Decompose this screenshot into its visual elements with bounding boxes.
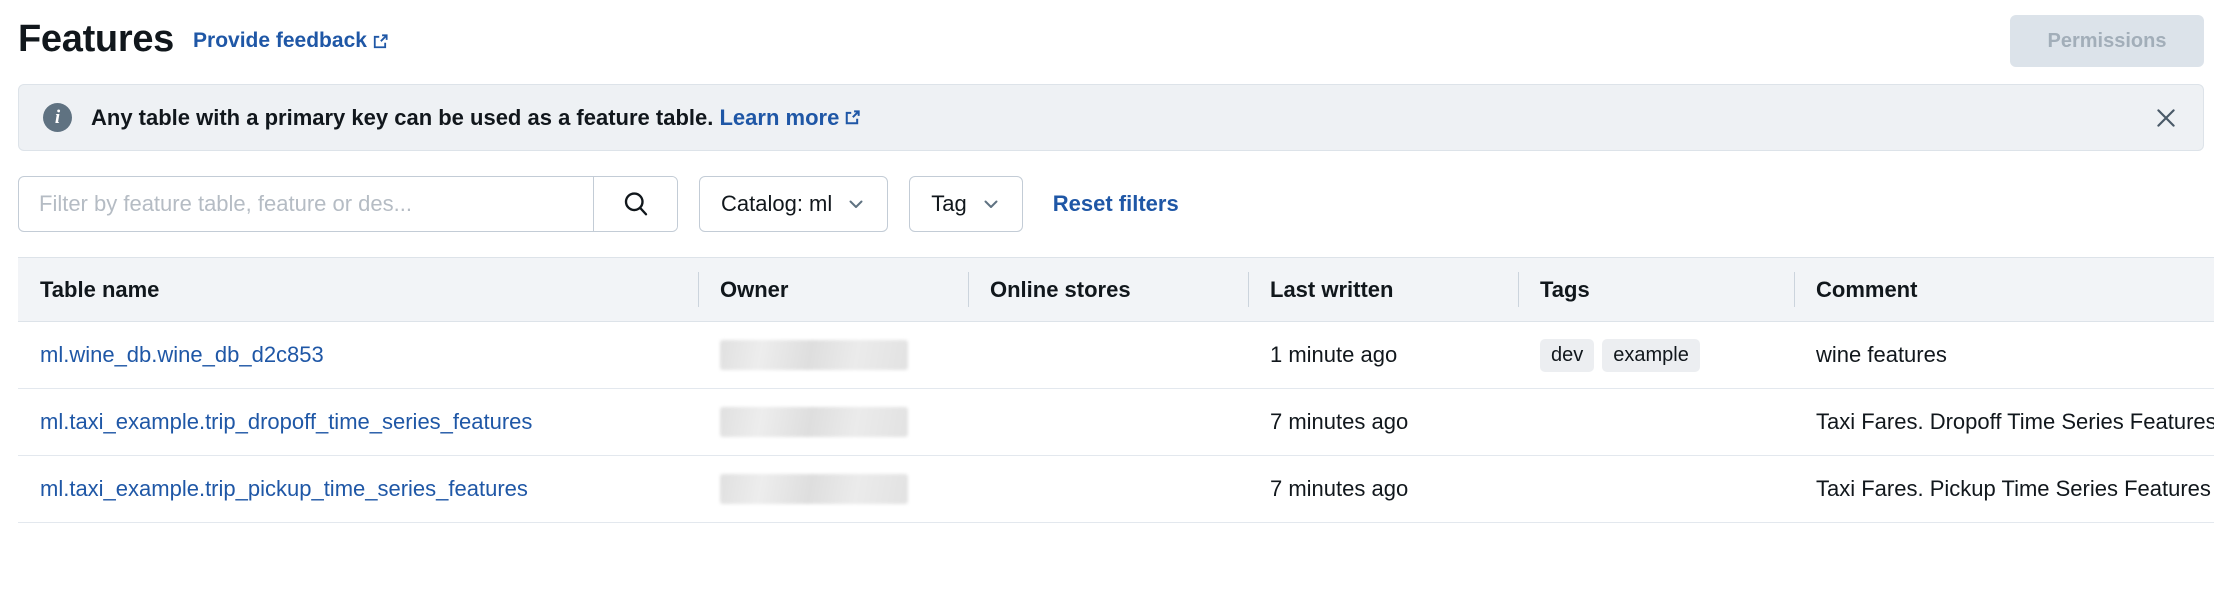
cell-table-name: ml.taxi_example.trip_dropoff_time_series… <box>18 389 698 456</box>
cell-owner <box>698 456 968 523</box>
table-row: ml.wine_db.wine_db_d2c853 1 minute ago d… <box>18 322 2214 389</box>
table-row: ml.taxi_example.trip_pickup_time_series_… <box>18 456 2214 523</box>
cell-comment: Taxi Fares. Dropoff Time Series Features <box>1794 389 2214 456</box>
column-header-owner[interactable]: Owner <box>698 258 968 322</box>
info-icon: i <box>43 103 72 132</box>
column-header-last-written[interactable]: Last written <box>1248 258 1518 322</box>
owner-redacted <box>720 407 908 437</box>
cell-comment: Taxi Fares. Pickup Time Series Features <box>1794 456 2214 523</box>
catalog-dropdown[interactable]: Catalog: ml <box>699 176 888 232</box>
close-icon[interactable] <box>2151 103 2181 133</box>
info-banner: i Any table with a primary key can be us… <box>18 84 2204 151</box>
table-header-row: Table name Owner Online stores Last writ… <box>18 258 2214 322</box>
filter-bar: Catalog: ml Tag Reset filters <box>18 176 2204 232</box>
cell-owner <box>698 322 968 389</box>
cell-tags <box>1518 456 1794 523</box>
external-link-icon <box>372 33 389 50</box>
learn-more-label: Learn more <box>719 105 839 131</box>
feature-table-link[interactable]: ml.taxi_example.trip_pickup_time_series_… <box>40 476 528 501</box>
learn-more-link[interactable]: Learn more <box>719 105 861 131</box>
cell-comment: wine features <box>1794 322 2214 389</box>
cell-tags: devexample <box>1518 322 1794 389</box>
cell-online-stores <box>968 456 1248 523</box>
owner-redacted <box>720 474 908 504</box>
cell-tags <box>1518 389 1794 456</box>
features-table-wrapper: Table name Owner Online stores Last writ… <box>18 257 2214 523</box>
cell-last-written: 1 minute ago <box>1248 322 1518 389</box>
table-body: ml.wine_db.wine_db_d2c853 1 minute ago d… <box>18 322 2214 523</box>
table-row: ml.taxi_example.trip_dropoff_time_series… <box>18 389 2214 456</box>
cell-online-stores <box>968 322 1248 389</box>
search-group <box>18 176 678 232</box>
search-input[interactable] <box>19 177 593 231</box>
column-header-tags[interactable]: Tags <box>1518 258 1794 322</box>
info-banner-text: Any table with a primary key can be used… <box>91 105 861 131</box>
info-banner-message: Any table with a primary key can be used… <box>91 105 713 130</box>
provide-feedback-link[interactable]: Provide feedback <box>193 29 389 53</box>
permissions-button[interactable]: Permissions <box>2010 15 2204 67</box>
cell-online-stores <box>968 389 1248 456</box>
chevron-down-icon <box>981 194 1001 214</box>
tag-dropdown-label: Tag <box>931 191 966 217</box>
provide-feedback-label: Provide feedback <box>193 29 367 53</box>
reset-filters-link[interactable]: Reset filters <box>1053 191 1179 217</box>
chevron-down-icon <box>846 194 866 214</box>
column-header-comment[interactable]: Comment <box>1794 258 2214 322</box>
page-header: Features Provide feedback Permissions <box>16 0 2206 78</box>
page-title: Features <box>18 20 174 58</box>
owner-redacted <box>720 340 908 370</box>
cell-last-written: 7 minutes ago <box>1248 456 1518 523</box>
features-table: Table name Owner Online stores Last writ… <box>18 257 2214 523</box>
search-icon[interactable] <box>593 177 677 231</box>
tag-badge[interactable]: example <box>1602 339 1700 372</box>
cell-table-name: ml.wine_db.wine_db_d2c853 <box>18 322 698 389</box>
features-page: Features Provide feedback Permissions i … <box>0 0 2222 598</box>
cell-table-name: ml.taxi_example.trip_pickup_time_series_… <box>18 456 698 523</box>
catalog-dropdown-label: Catalog: ml <box>721 191 832 217</box>
column-header-table-name[interactable]: Table name <box>18 258 698 322</box>
external-link-icon <box>844 109 861 126</box>
tag-badge[interactable]: dev <box>1540 339 1594 372</box>
feature-table-link[interactable]: ml.wine_db.wine_db_d2c853 <box>40 342 324 367</box>
column-header-online-stores[interactable]: Online stores <box>968 258 1248 322</box>
table-header: Table name Owner Online stores Last writ… <box>18 258 2214 322</box>
feature-table-link[interactable]: ml.taxi_example.trip_dropoff_time_series… <box>40 409 532 434</box>
tag-dropdown[interactable]: Tag <box>909 176 1022 232</box>
cell-owner <box>698 389 968 456</box>
cell-last-written: 7 minutes ago <box>1248 389 1518 456</box>
